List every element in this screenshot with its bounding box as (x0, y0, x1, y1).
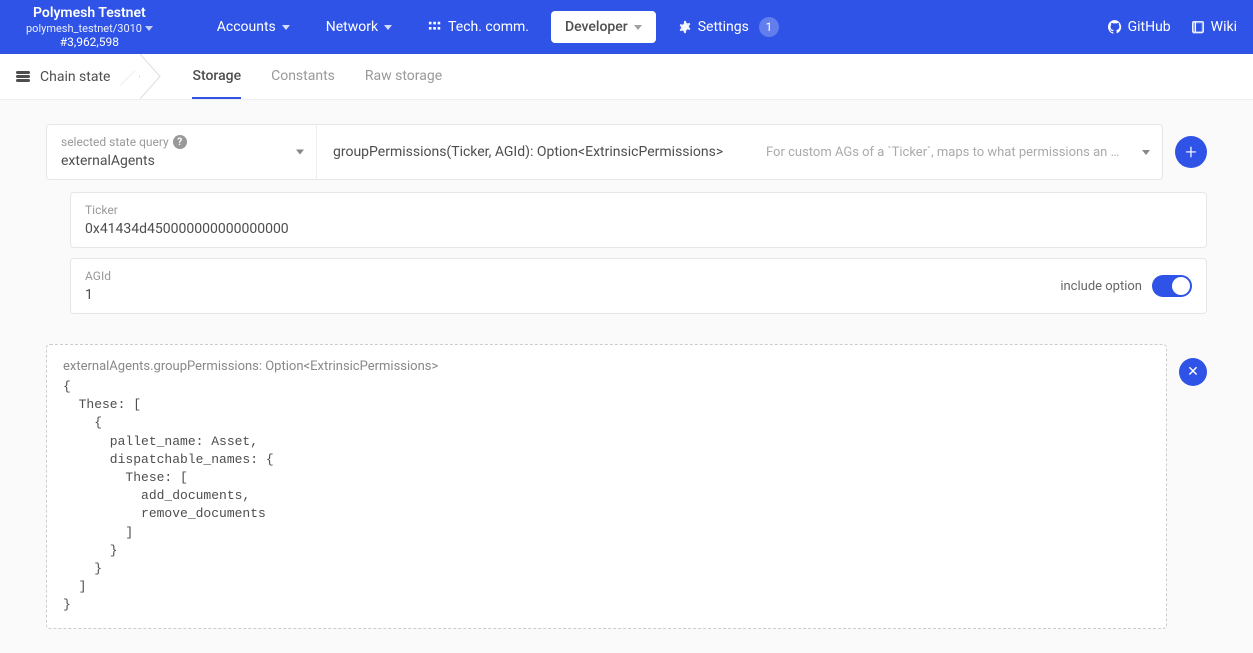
include-option-label: include option (1060, 279, 1142, 294)
nav-wiki[interactable]: Wiki (1191, 19, 1237, 35)
network-name: Polymesh Testnet (26, 5, 153, 22)
param-agid-label: AGId (85, 269, 1192, 283)
method-value: groupPermissions(Ticker, AGId): Option<E… (333, 144, 723, 160)
include-option-toggle-wrap: include option (1060, 275, 1192, 297)
chevron-down-icon (145, 26, 153, 31)
top-navbar: Polymesh Testnet polymesh_testnet/3010 #… (0, 0, 1253, 54)
settings-badge: 1 (759, 17, 779, 37)
chevron-down-icon (384, 25, 392, 30)
network-endpoint: polymesh_testnet/3010 (26, 22, 153, 35)
group-icon (428, 20, 442, 34)
chevron-down-icon (1142, 150, 1150, 155)
nav-developer[interactable]: Developer (551, 11, 656, 43)
include-option-toggle[interactable] (1152, 275, 1192, 297)
gear-icon (678, 20, 692, 34)
content-area: selected state query ? externalAgents gr… (0, 100, 1253, 653)
query-label: selected state query ? (61, 135, 302, 149)
param-agid[interactable]: AGId 1 include option (70, 258, 1207, 314)
chevron-down-icon (634, 25, 642, 30)
query-row: selected state query ? externalAgents gr… (46, 124, 1207, 180)
param-ticker[interactable]: Ticker 0x41434d450000000000000000 (70, 192, 1207, 248)
sub-navbar: Chain state Storage Constants Raw storag… (0, 54, 1253, 100)
chevron-down-icon (282, 25, 290, 30)
result-row: externalAgents.groupPermissions: Option<… (46, 344, 1207, 629)
query-selector: selected state query ? externalAgents gr… (46, 124, 1163, 180)
network-block: #3,962,598 (26, 35, 153, 49)
nav-items: Accounts Network Tech. comm. Developer S… (203, 9, 1108, 45)
nav-network[interactable]: Network (312, 11, 406, 43)
nav-accounts[interactable]: Accounts (203, 11, 304, 43)
nav-right: GitHub Wiki (1108, 19, 1237, 35)
method-description: For custom AGs of a `Ticker`, maps to wh… (766, 145, 1146, 160)
nav-settings[interactable]: Settings 1 (664, 9, 793, 45)
result-body: { These: [ { pallet_name: Asset, dispatc… (63, 378, 1150, 614)
tab-raw-storage[interactable]: Raw storage (365, 54, 442, 99)
tab-constants[interactable]: Constants (271, 54, 335, 99)
result-box: externalAgents.groupPermissions: Option<… (46, 344, 1167, 629)
database-icon (16, 71, 30, 82)
param-ticker-label: Ticker (85, 203, 1192, 217)
param-agid-value: 1 (85, 287, 1192, 303)
help-icon[interactable]: ? (173, 135, 187, 149)
book-icon (1191, 20, 1205, 34)
github-icon (1108, 20, 1122, 34)
nav-tech-comm[interactable]: Tech. comm. (414, 11, 543, 43)
nav-github[interactable]: GitHub (1108, 19, 1171, 35)
method-dropdown[interactable]: groupPermissions(Ticker, AGId): Option<E… (317, 125, 1162, 179)
chevron-down-icon (296, 150, 304, 155)
network-selector[interactable]: Polymesh Testnet polymesh_testnet/3010 #… (16, 5, 163, 49)
sub-tabs: Storage Constants Raw storage (192, 54, 442, 99)
tab-storage[interactable]: Storage (192, 54, 241, 99)
chevron-divider (140, 54, 162, 99)
module-dropdown[interactable]: selected state query ? externalAgents (47, 125, 317, 179)
module-value: externalAgents (61, 153, 302, 169)
submit-query-button[interactable]: + (1175, 136, 1207, 168)
result-header: externalAgents.groupPermissions: Option<… (63, 359, 1150, 374)
close-result-button[interactable]: ✕ (1179, 358, 1207, 386)
page-title: Chain state (16, 54, 140, 99)
param-ticker-value: 0x41434d450000000000000000 (85, 221, 1192, 237)
